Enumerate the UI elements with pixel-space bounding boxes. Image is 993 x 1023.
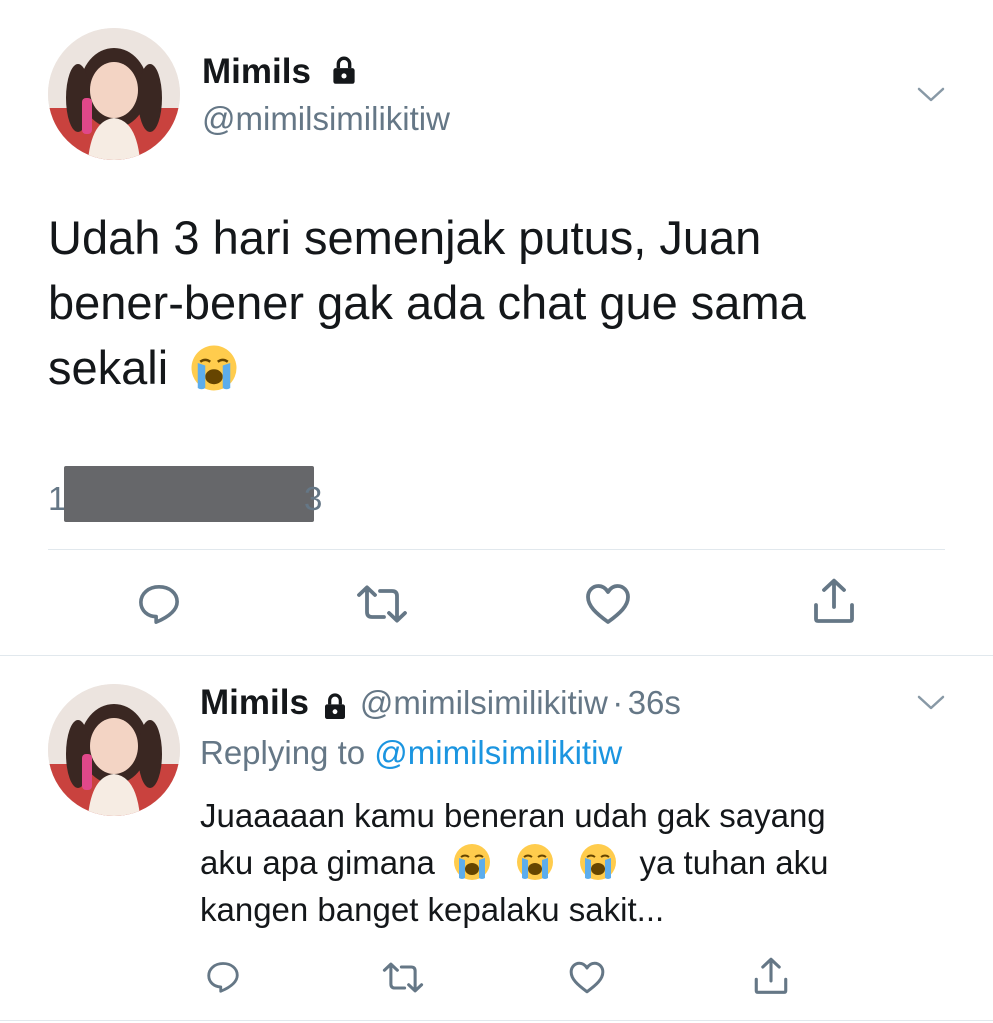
reply-like-button[interactable] xyxy=(568,960,606,995)
tweet-line-1: Udah 3 hari semenjak putus, Juan xyxy=(48,211,762,264)
like-button[interactable] xyxy=(584,582,632,626)
retweet-button[interactable] xyxy=(356,585,408,623)
reply-line-1: Juaaaaan kamu beneran udah gak sayang xyxy=(200,797,826,834)
reply-line-2: aku apa gimana ya tuhan aku xyxy=(200,839,960,886)
lock-icon xyxy=(333,56,355,84)
author-name[interactable]: Mimils xyxy=(202,52,361,92)
share-icon xyxy=(814,578,854,623)
tweet-line-3-text: sekali xyxy=(48,341,169,394)
reply-body: Juaaaaan kamu beneran udah gak sayang ak… xyxy=(200,792,960,933)
reply-line-2-end: ya tuhan aku xyxy=(639,844,829,881)
avatar-image xyxy=(48,684,180,816)
chevron-down-icon[interactable] xyxy=(916,84,946,104)
retweet-icon xyxy=(382,962,424,993)
tweet-age[interactable]: 36s xyxy=(628,684,681,721)
avatar-image xyxy=(48,28,180,160)
tweet-line-3: sekali xyxy=(48,335,948,400)
loudly-crying-face-emoji xyxy=(454,844,491,881)
reply-header: Mimils @mimilsimilikitiw · 36s xyxy=(200,683,681,723)
reply-author-avatar[interactable] xyxy=(48,684,180,816)
reply-reply-button[interactable] xyxy=(205,960,241,994)
timestamp[interactable]: 1 3 xyxy=(48,466,338,522)
author-avatar[interactable] xyxy=(48,28,180,160)
share-button[interactable] xyxy=(812,577,856,625)
tweet-line-2: bener-bener gak ada chat gue sama xyxy=(48,276,806,329)
lock-icon xyxy=(325,693,346,719)
replying-to-handle-link[interactable]: @mimilsimilikitiw xyxy=(374,734,622,771)
reply-line-2-start: aku apa gimana xyxy=(200,844,435,881)
author-handle[interactable]: @mimilsimilikitiw xyxy=(202,100,450,138)
reply-retweet-button[interactable] xyxy=(382,962,424,993)
reply-button[interactable] xyxy=(136,583,182,625)
reply-share-button[interactable] xyxy=(753,956,789,996)
loudly-crying-face-emoji xyxy=(191,345,237,391)
chevron-down-icon[interactable] xyxy=(916,692,946,712)
loudly-crying-face-emoji xyxy=(580,844,617,881)
redaction-block xyxy=(64,466,314,522)
bottom-divider xyxy=(0,1020,993,1021)
retweet-icon xyxy=(357,585,407,623)
reply-author-handle[interactable]: @mimilsimilikitiw xyxy=(360,684,608,721)
replying-to-label: Replying to xyxy=(200,734,366,771)
loudly-crying-face-emoji xyxy=(517,844,554,881)
reply-icon xyxy=(139,585,179,624)
tweet-divider xyxy=(48,549,945,550)
like-icon xyxy=(586,584,630,624)
reply-author-name[interactable]: Mimils xyxy=(200,683,309,722)
reply-icon xyxy=(207,962,239,993)
share-icon xyxy=(754,957,788,994)
replying-to: Replying to @mimilsimilikitiw xyxy=(200,734,622,772)
section-divider xyxy=(0,655,993,656)
meta-separator: · xyxy=(612,684,624,721)
author-name-text: Mimils xyxy=(202,52,311,91)
timestamp-end: 3 xyxy=(304,480,323,517)
reply-line-3: kangen banget kepalaku sakit... xyxy=(200,891,665,928)
like-icon xyxy=(569,961,605,994)
tweet-body: Udah 3 hari semenjak putus, Juan bener-b… xyxy=(48,205,948,400)
